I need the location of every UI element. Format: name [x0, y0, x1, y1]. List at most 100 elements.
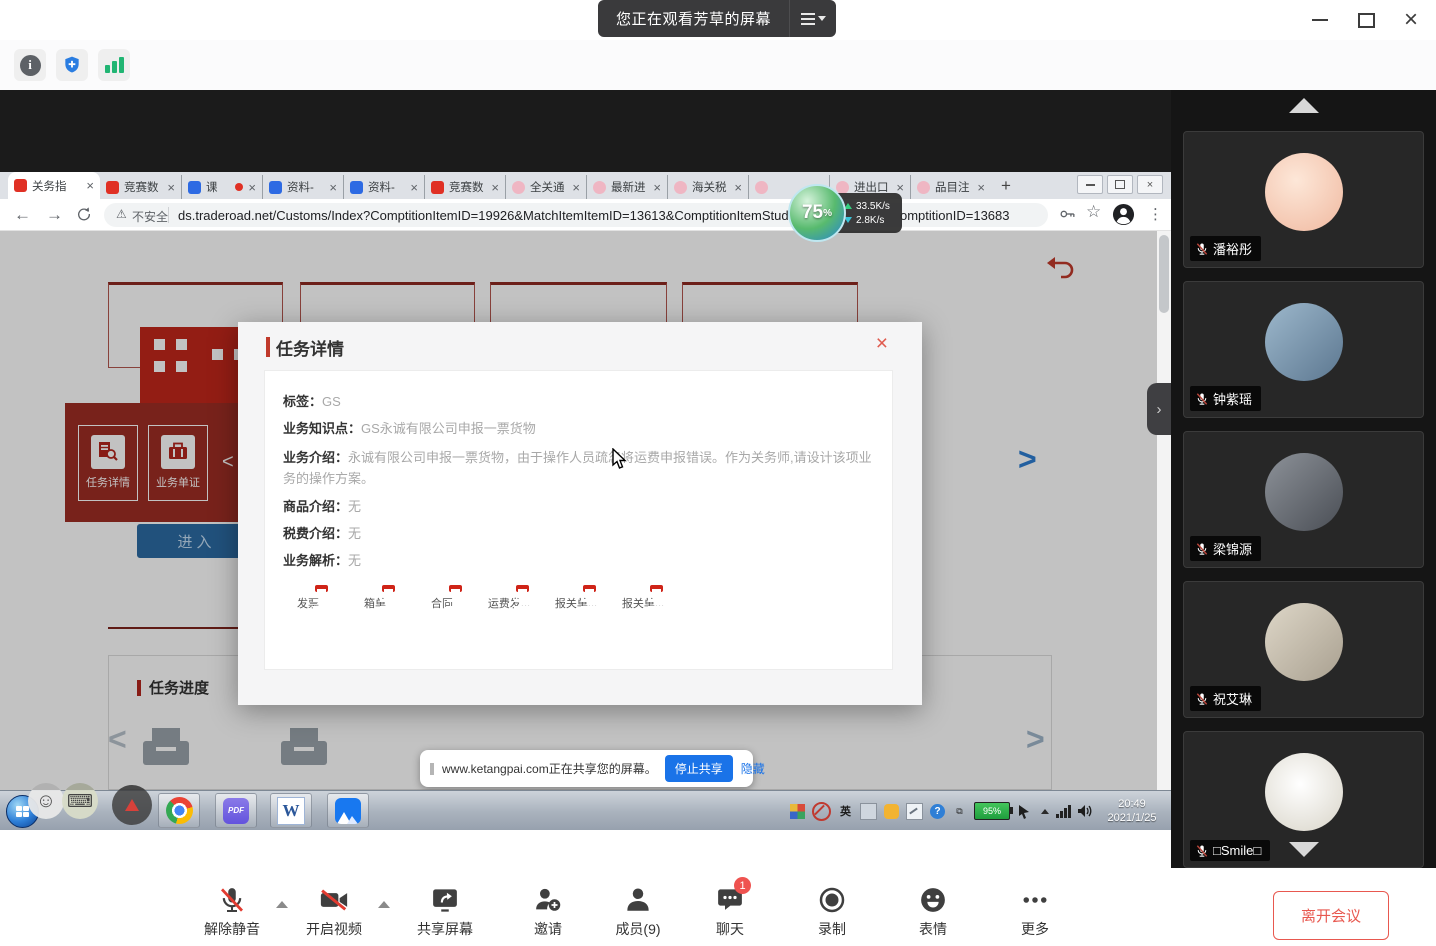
scroll-down-icon[interactable]	[1289, 842, 1319, 857]
scrollbar-thumb[interactable]	[1159, 235, 1169, 313]
record-button[interactable]: 录制	[790, 884, 874, 939]
browser-restore-button[interactable]	[1107, 175, 1133, 194]
url-divider	[168, 207, 169, 223]
members-button[interactable]: 成员(9)	[596, 884, 680, 939]
compose-tray-icon[interactable]	[906, 803, 923, 820]
tab-close-icon[interactable]: ×	[410, 181, 418, 194]
modal-close-icon[interactable]: ×	[876, 333, 888, 354]
memory-percent-ball[interactable]: 75%	[788, 184, 846, 242]
document-item[interactable]: 合同	[417, 590, 467, 611]
forward-button[interactable]: →	[46, 204, 63, 226]
participant-tile[interactable]: 祝艾琳	[1183, 581, 1424, 718]
close-icon: ×	[1404, 8, 1418, 32]
page-scrollbar[interactable]	[1157, 231, 1171, 790]
browser-menu-icon[interactable]: ⋮	[1148, 205, 1163, 223]
ime-indicator[interactable]: 英	[838, 804, 853, 819]
profile-avatar[interactable]	[1112, 203, 1135, 231]
drag-handle-icon[interactable]	[430, 763, 434, 775]
bookmark-star-icon[interactable]: ☆	[1086, 202, 1101, 222]
meeting-app-taskbar-button[interactable]	[327, 793, 369, 828]
volume-tray-icon[interactable]	[1078, 804, 1094, 818]
document-item[interactable]: 报关单...	[618, 590, 668, 611]
close-button[interactable]: ×	[1404, 0, 1418, 40]
browser-close-button[interactable]: ×	[1137, 175, 1163, 194]
browser-tab[interactable]: 资料- ×	[262, 175, 343, 199]
participant-tile[interactable]: 梁锦源	[1183, 431, 1424, 568]
document-item[interactable]: 箱单	[350, 590, 400, 611]
banner-menu-button[interactable]	[790, 0, 836, 37]
password-key-button[interactable]	[1058, 204, 1078, 229]
blocked-tray-icon[interactable]	[812, 802, 831, 821]
document-item[interactable]: 运费发...	[484, 590, 534, 611]
browser-tab[interactable]: 海关税 ×	[667, 175, 748, 199]
start-video-button[interactable]: 开启视频	[292, 884, 376, 939]
modal-body: 标签：GS 业务知识点：GS永诚有限公司申报一票货物 业务介绍：永诚有限公司申报…	[264, 370, 893, 670]
tab-close-icon[interactable]: ×	[896, 181, 904, 194]
unmute-button[interactable]: 解除静音	[190, 884, 274, 939]
browser-tab[interactable]: 竞赛数 ×	[424, 175, 505, 199]
battery-indicator[interactable]: 95%	[974, 802, 1010, 820]
tab-close-icon[interactable]: ×	[167, 181, 175, 194]
pointer-tray-icon[interactable]	[1017, 804, 1034, 819]
taskbar-clock[interactable]: 20:49 2021/1/25	[1101, 797, 1163, 826]
emoji-button[interactable]: 表情	[891, 884, 975, 939]
word-icon: W	[277, 797, 305, 825]
tab-close-icon[interactable]: ×	[734, 181, 742, 194]
browser-minimize-button[interactable]	[1077, 175, 1103, 194]
chrome-taskbar-button[interactable]	[158, 793, 200, 828]
browser-tab[interactable]: 课 ×	[181, 175, 262, 199]
new-tab-button[interactable]: +	[1001, 176, 1011, 196]
security-shield-button[interactable]	[56, 49, 88, 81]
participant-tile[interactable]: 钟紫瑶	[1183, 281, 1424, 418]
assistant-ball-widget[interactable]	[112, 785, 152, 825]
mic-options-caret[interactable]	[276, 901, 288, 908]
browser-tab-active[interactable]: 关务指 ×	[8, 172, 100, 199]
tab-close-icon[interactable]: ×	[491, 181, 499, 194]
camera-off-icon	[292, 884, 376, 916]
url-field[interactable]: ⚠ 不安全 ds.traderoad.net/Customs/Index?Com…	[104, 203, 1048, 227]
network-quality-button[interactable]	[98, 49, 130, 81]
display-tray-icon[interactable]: ⧉	[952, 804, 967, 819]
share-screen-button[interactable]: 共享屏幕	[403, 884, 487, 939]
title-bar: 您正在观看芳草的屏幕 ×	[0, 0, 1436, 40]
maximize-button[interactable]	[1358, 0, 1375, 40]
hide-link[interactable]: 隐藏	[741, 760, 765, 777]
pdf-taskbar-button[interactable]: PDF	[215, 793, 257, 828]
tab-close-icon[interactable]: ×	[572, 181, 580, 194]
help-tray-icon[interactable]: ?	[930, 804, 945, 819]
scroll-up-icon[interactable]	[1289, 98, 1319, 113]
network-tray-icon[interactable]	[1056, 805, 1071, 818]
chat-button[interactable]: 1 聊天	[688, 884, 772, 939]
meeting-info-button[interactable]: i	[14, 49, 46, 81]
leave-meeting-button[interactable]: 离开会议	[1273, 891, 1389, 940]
browser-tab[interactable]: 资料- ×	[343, 175, 424, 199]
more-button[interactable]: 更多	[993, 884, 1077, 939]
invite-button[interactable]: 邀请	[506, 884, 590, 939]
tray-expand-icon[interactable]	[1041, 809, 1049, 814]
messenger-tray-icon[interactable]	[884, 804, 899, 819]
tab-close-icon[interactable]: ×	[329, 181, 337, 194]
tab-close-icon[interactable]: ×	[977, 181, 985, 194]
browser-tab[interactable]: 竞赛数 ×	[100, 175, 181, 199]
triangle-logo-icon	[125, 799, 139, 811]
back-button[interactable]: ←	[14, 204, 31, 226]
tab-close-icon[interactable]: ×	[86, 179, 94, 192]
stop-sharing-button[interactable]: 停止共享	[665, 755, 733, 782]
participant-tile[interactable]: 潘裕彤	[1183, 131, 1424, 268]
shield-plus-icon	[62, 55, 82, 75]
tab-title: 最新进	[611, 179, 648, 195]
browser-tab[interactable]: 最新进 ×	[586, 175, 667, 199]
tab-close-icon[interactable]: ×	[248, 181, 256, 194]
document-item[interactable]: 报关单...	[551, 590, 601, 611]
tab-close-icon[interactable]: ×	[653, 181, 661, 194]
sidebar-collapse-handle[interactable]: ›	[1147, 383, 1171, 435]
browser-tab[interactable]: 品目注 ×	[910, 175, 991, 199]
document-item[interactable]: 发票	[283, 590, 333, 611]
reload-button[interactable]	[76, 206, 92, 228]
browser-tab[interactable]: 全关通 ×	[505, 175, 586, 199]
word-taskbar-button[interactable]: W	[270, 793, 312, 828]
tray-icon[interactable]	[860, 803, 877, 820]
app-grid-tray-icon[interactable]	[790, 804, 805, 819]
video-options-caret[interactable]	[378, 901, 390, 908]
minimize-button[interactable]	[1312, 0, 1328, 40]
